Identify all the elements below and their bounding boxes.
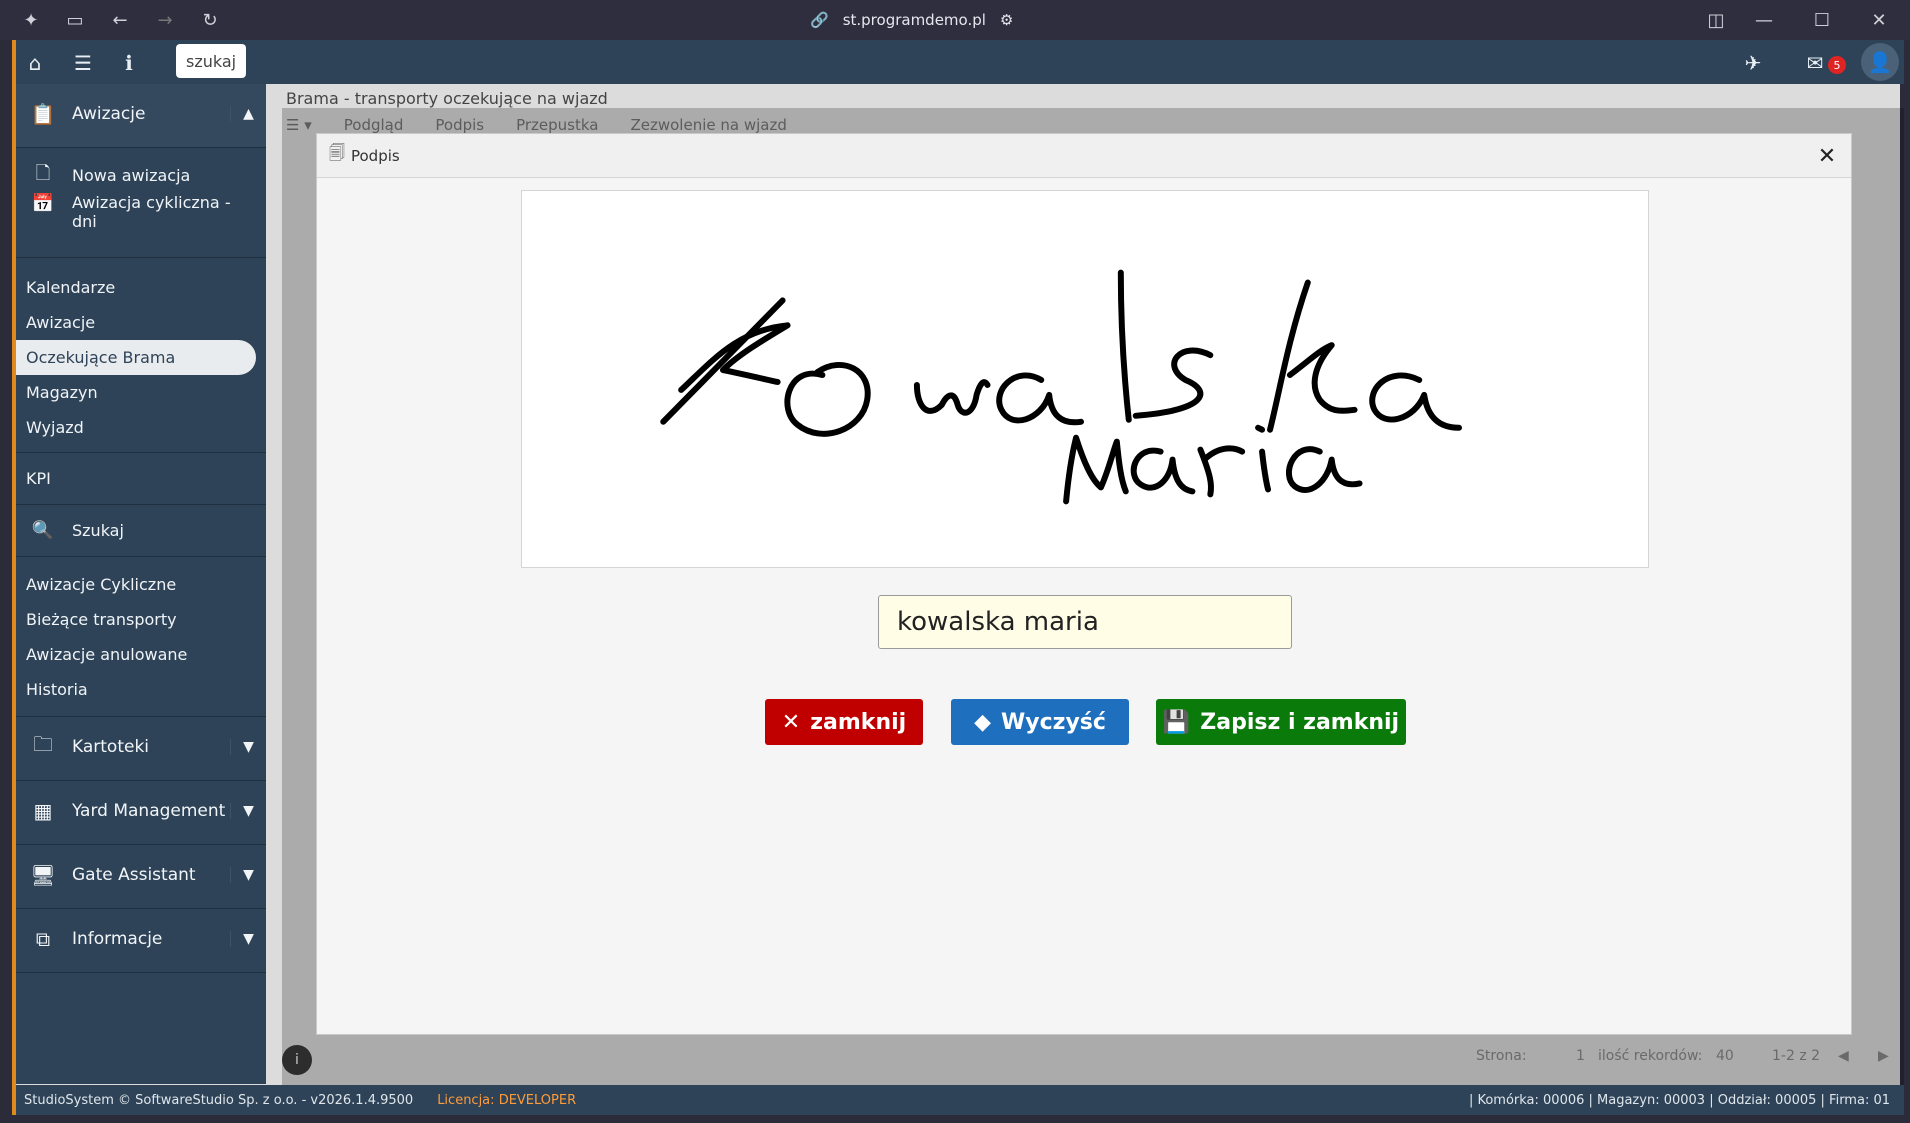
chevron-down-icon[interactable]: ▼ (230, 803, 266, 819)
calendar-plus-icon: 📅 (31, 193, 55, 214)
browser-title-bar: ✦ ▭ ← → ↻ 🔗 st.programdemo.pl ⚙ ◫ — ☐ ✕ (0, 0, 1910, 40)
footer-copyright: StudioSystem © SoftwareStudio Sp. z o.o.… (24, 1092, 414, 1108)
clear-signature-button[interactable]: ◆ Wyczyść (951, 699, 1129, 745)
sidebar-item-oczekujace-brama[interactable]: Oczekujące Brama (16, 340, 256, 375)
sidebar-item-historia[interactable]: Historia (16, 672, 266, 707)
close-button-label: zamknij (810, 709, 907, 735)
window-close-icon[interactable]: ✕ (1867, 8, 1891, 32)
info-icon[interactable]: ℹ (116, 50, 142, 76)
signature-strokes (660, 269, 1462, 505)
sidebar-item-wyjazd[interactable]: Wyjazd (16, 410, 266, 445)
sidebar-item-biezace-transporty[interactable]: Bieżące transporty (16, 602, 266, 637)
sidebar-item-magazyn[interactable]: Magazyn (16, 375, 266, 410)
sidebar-section-label: Informacje (72, 929, 163, 949)
link-icon: 🔗 (810, 11, 829, 29)
sidebar-item-awizacje[interactable]: Awizacje (16, 305, 266, 340)
sitemap-icon: ⧉ (35, 927, 51, 951)
chevron-up-icon[interactable]: ▲ (230, 106, 266, 122)
close-dialog-button[interactable]: ✕ zamknij (765, 699, 923, 745)
home-icon[interactable]: ⌂ (22, 50, 48, 76)
save-and-close-button[interactable]: 💾 Zapisz i zamknij (1156, 699, 1406, 745)
sidebar-section-label: Yard Management (72, 801, 226, 821)
sidebar-item-awizacje-anulowane[interactable]: Awizacje anulowane (16, 637, 266, 672)
menu-collapse-icon[interactable]: ☰ (70, 50, 96, 76)
sidebar: 📋 Awizacje ▲ 🗋 Nowa awizacja 📅 Awizacja … (16, 84, 266, 1084)
sidebar-toggle-icon[interactable]: ▭ (63, 8, 87, 32)
clipboard-icon: 📋 (30, 102, 56, 126)
sidebar-item-label: Awizacja cykliczna - dni (72, 193, 231, 231)
user-avatar-icon[interactable]: 👤 (1861, 43, 1899, 81)
sidebar-section-yard[interactable]: ▦ Yard Management ▼ (16, 781, 266, 845)
dialog-header: 🗐 Podpis (317, 134, 1851, 178)
signature-canvas[interactable] (521, 190, 1649, 568)
sidebar-item-szukaj[interactable]: 🔍 Szukaj (16, 513, 266, 548)
sidebar-item-label: Nowa awizacja (72, 166, 191, 185)
sidebar-item-label: Szukaj (72, 521, 124, 540)
departure-icon[interactable]: ✈ (1740, 50, 1766, 76)
status-footer: StudioSystem © SoftwareStudio Sp. z o.o.… (16, 1085, 1904, 1115)
site-settings-icon[interactable]: ⚙ (1000, 11, 1013, 29)
split-view-icon[interactable]: ◫ (1704, 8, 1728, 32)
document-icon: 🗐 (329, 143, 345, 162)
url-text: st.programdemo.pl (842, 11, 986, 29)
sidebar-item-awizacja-cykliczna[interactable]: 📅 Awizacja cykliczna - dni (16, 193, 266, 239)
chevron-down-icon[interactable]: ▼ (230, 867, 266, 883)
signature-dialog: 🗐 Podpis ✕ kowalska maria ✕ zamknij ◆ Wy… (316, 133, 1852, 1035)
maximize-icon[interactable]: ☐ (1810, 8, 1834, 32)
page-title: Brama - transporty oczekujące na wjazd (286, 89, 608, 108)
sidebar-item-kalendarze[interactable]: Kalendarze (16, 270, 266, 305)
sidebar-section-label: Gate Assistant (72, 865, 196, 885)
x-icon: ✕ (781, 709, 801, 735)
forward-icon[interactable]: → (153, 8, 177, 32)
sidebar-section-awizacje[interactable]: 📋 Awizacje ▲ (16, 84, 266, 148)
clear-button-label: Wyczyść (1000, 709, 1106, 735)
dialog-close-icon[interactable]: ✕ (1813, 142, 1841, 170)
sidebar-section-gate[interactable]: 🖥 Gate Assistant ▼ (16, 845, 266, 909)
chevron-down-icon[interactable]: ▼ (230, 739, 266, 755)
licence-label: Licencja: (437, 1092, 495, 1108)
save-button-label: Zapisz i zamknij (1200, 709, 1400, 735)
sidebar-item-kpi[interactable]: KPI (16, 461, 266, 496)
eraser-icon: ◆ (974, 709, 991, 735)
licence-value: DEVELOPER (498, 1092, 577, 1108)
sidebar-section-label: Awizacje (72, 104, 146, 124)
address-bar[interactable]: 🔗 st.programdemo.pl ⚙ (810, 9, 1013, 31)
chevron-down-icon[interactable]: ▼ (230, 931, 266, 947)
gate-assistant-icon: 🖥 (30, 863, 56, 887)
grid-icon: ▦ (33, 799, 53, 823)
sidebar-item-awizacje-cykliczne[interactable]: Awizacje Cykliczne (16, 567, 266, 602)
signature-name-input[interactable] (878, 595, 1292, 649)
sidebar-section-kartoteki[interactable]: 🗀 Kartoteki ▼ (16, 717, 266, 781)
footer-licence: Licencja: DEVELOPER (437, 1093, 576, 1108)
mail-count-badge: 5 (1828, 56, 1846, 74)
search-button[interactable]: szukaj (176, 44, 247, 78)
folder-icon: 🗀 (33, 732, 53, 756)
sidebar-section-informacje[interactable]: ⧉ Informacje ▼ (16, 909, 266, 973)
mail-icon[interactable]: ✉ (1802, 50, 1828, 76)
browser-logo-icon[interactable]: ✦ (19, 8, 43, 32)
back-icon[interactable]: ← (108, 8, 132, 32)
app-topbar: ⌂ ☰ ℹ szukaj ✈ ✉ 5 👤 (16, 40, 1904, 84)
search-icon: 🔍 (31, 520, 55, 541)
sidebar-item-nowa-awizacja[interactable]: 🗋 Nowa awizacja (16, 158, 266, 193)
footer-context-info: | Komórka: 00006 | Magazyn: 00003 | Oddz… (1468, 1092, 1890, 1108)
minimize-icon[interactable]: — (1752, 8, 1776, 32)
floppy-disk-icon: 💾 (1162, 709, 1191, 735)
reload-icon[interactable]: ↻ (198, 8, 222, 32)
dialog-title: Podpis (350, 146, 400, 165)
sidebar-section-label: Kartoteki (72, 737, 150, 757)
new-document-icon: 🗋 (35, 162, 51, 184)
